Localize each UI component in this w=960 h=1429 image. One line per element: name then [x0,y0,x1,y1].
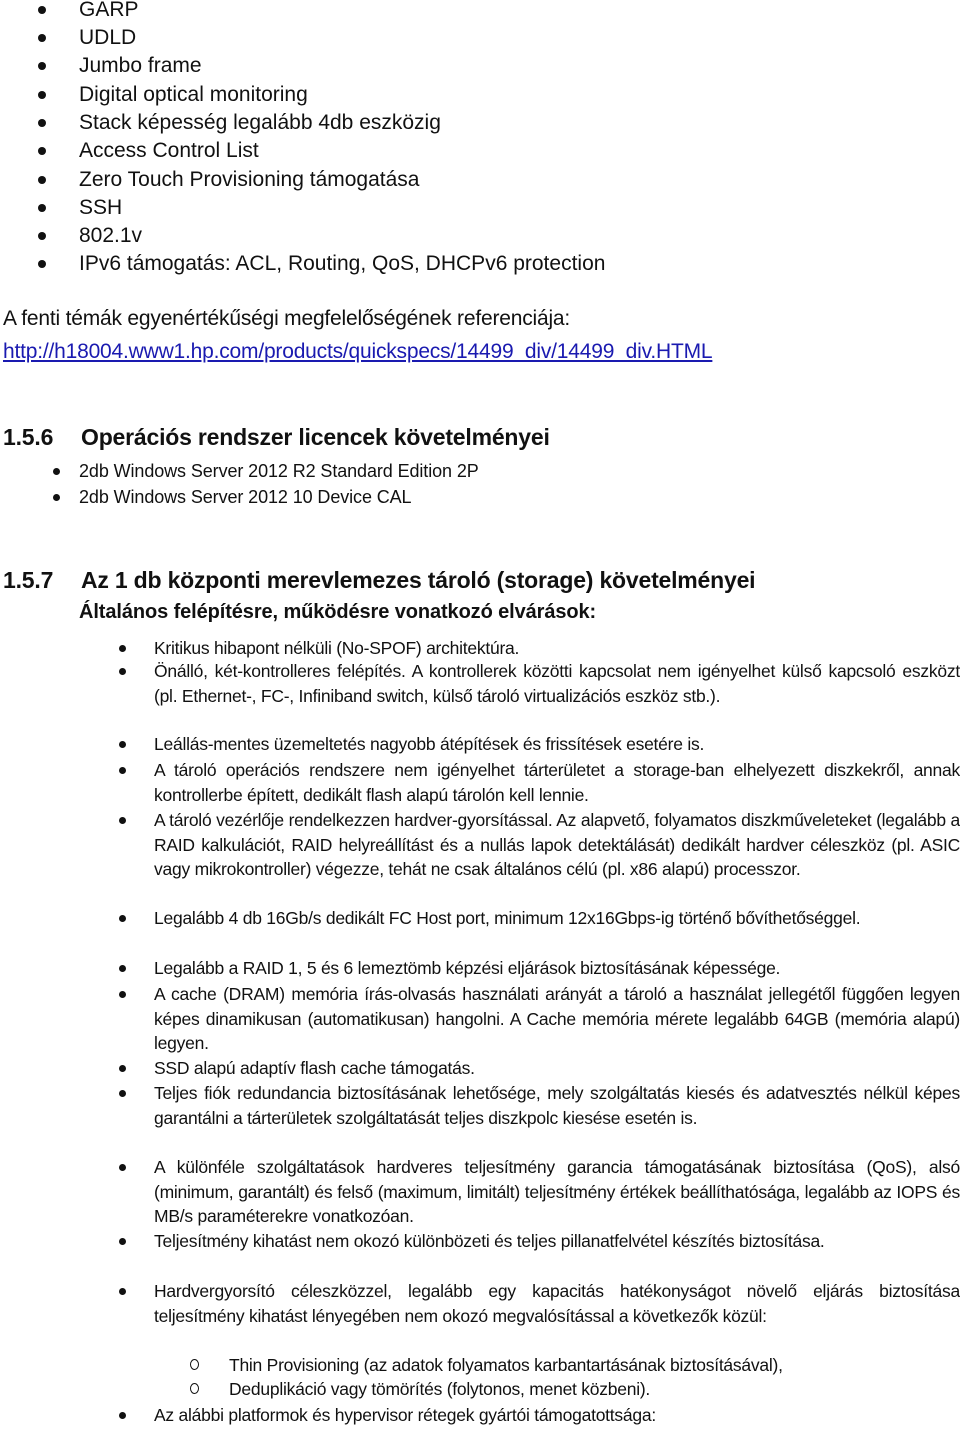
bullet-icon [119,915,126,922]
bullet-icon [119,767,126,774]
bullet-icon [119,965,126,972]
bullet-icon [119,1090,126,1097]
bullet-icon [119,741,126,748]
bullet-icon [119,668,126,675]
bullet-icon [38,260,46,268]
bullet-icon [38,6,46,14]
bullet-icon [119,817,126,824]
bullet-icon [119,1164,126,1171]
bullet-icon [38,147,46,155]
section-title: Operációs rendszer licencek követelménye… [81,424,550,450]
bullet-icon [53,468,60,475]
bullet-icon [38,176,46,184]
reference-link[interactable]: http://h18004.www1.hp.com/products/quick… [3,338,713,366]
bullet-icon [119,1238,126,1245]
bullet-icon [53,494,60,501]
bullet-icon [38,119,46,127]
reference-text: A fenti témák egyenértékűségi megfelelős… [3,307,571,330]
bullet-icon [38,232,46,240]
bullet-icon [119,1065,126,1072]
circle-bullet-icon [190,1359,199,1370]
section-number: 1.5.6 [3,424,54,450]
section-number: 1.5.7 [3,567,54,593]
bullet-icon [38,62,46,70]
bullet-icon [119,991,126,998]
bullet-icon [38,204,46,212]
bullet-icon [38,34,46,42]
bullet-icon [119,1288,126,1295]
section-heading-1-5-6: 1.5.6 Operációs rendszer licencek követel… [3,422,550,452]
bullet-icon [119,645,126,652]
bullet-icon [38,91,46,99]
section-heading-1-5-7: 1.5.7 Az 1 db központi merevlemezes tárol… [3,565,756,595]
bullet-icon [119,1412,126,1419]
section-title: Az 1 db központi merevlemezes tároló (st… [81,567,756,593]
circle-bullet-icon [190,1383,199,1394]
subsection-heading: Általános felépítésre, működésre vonatko… [79,601,597,623]
